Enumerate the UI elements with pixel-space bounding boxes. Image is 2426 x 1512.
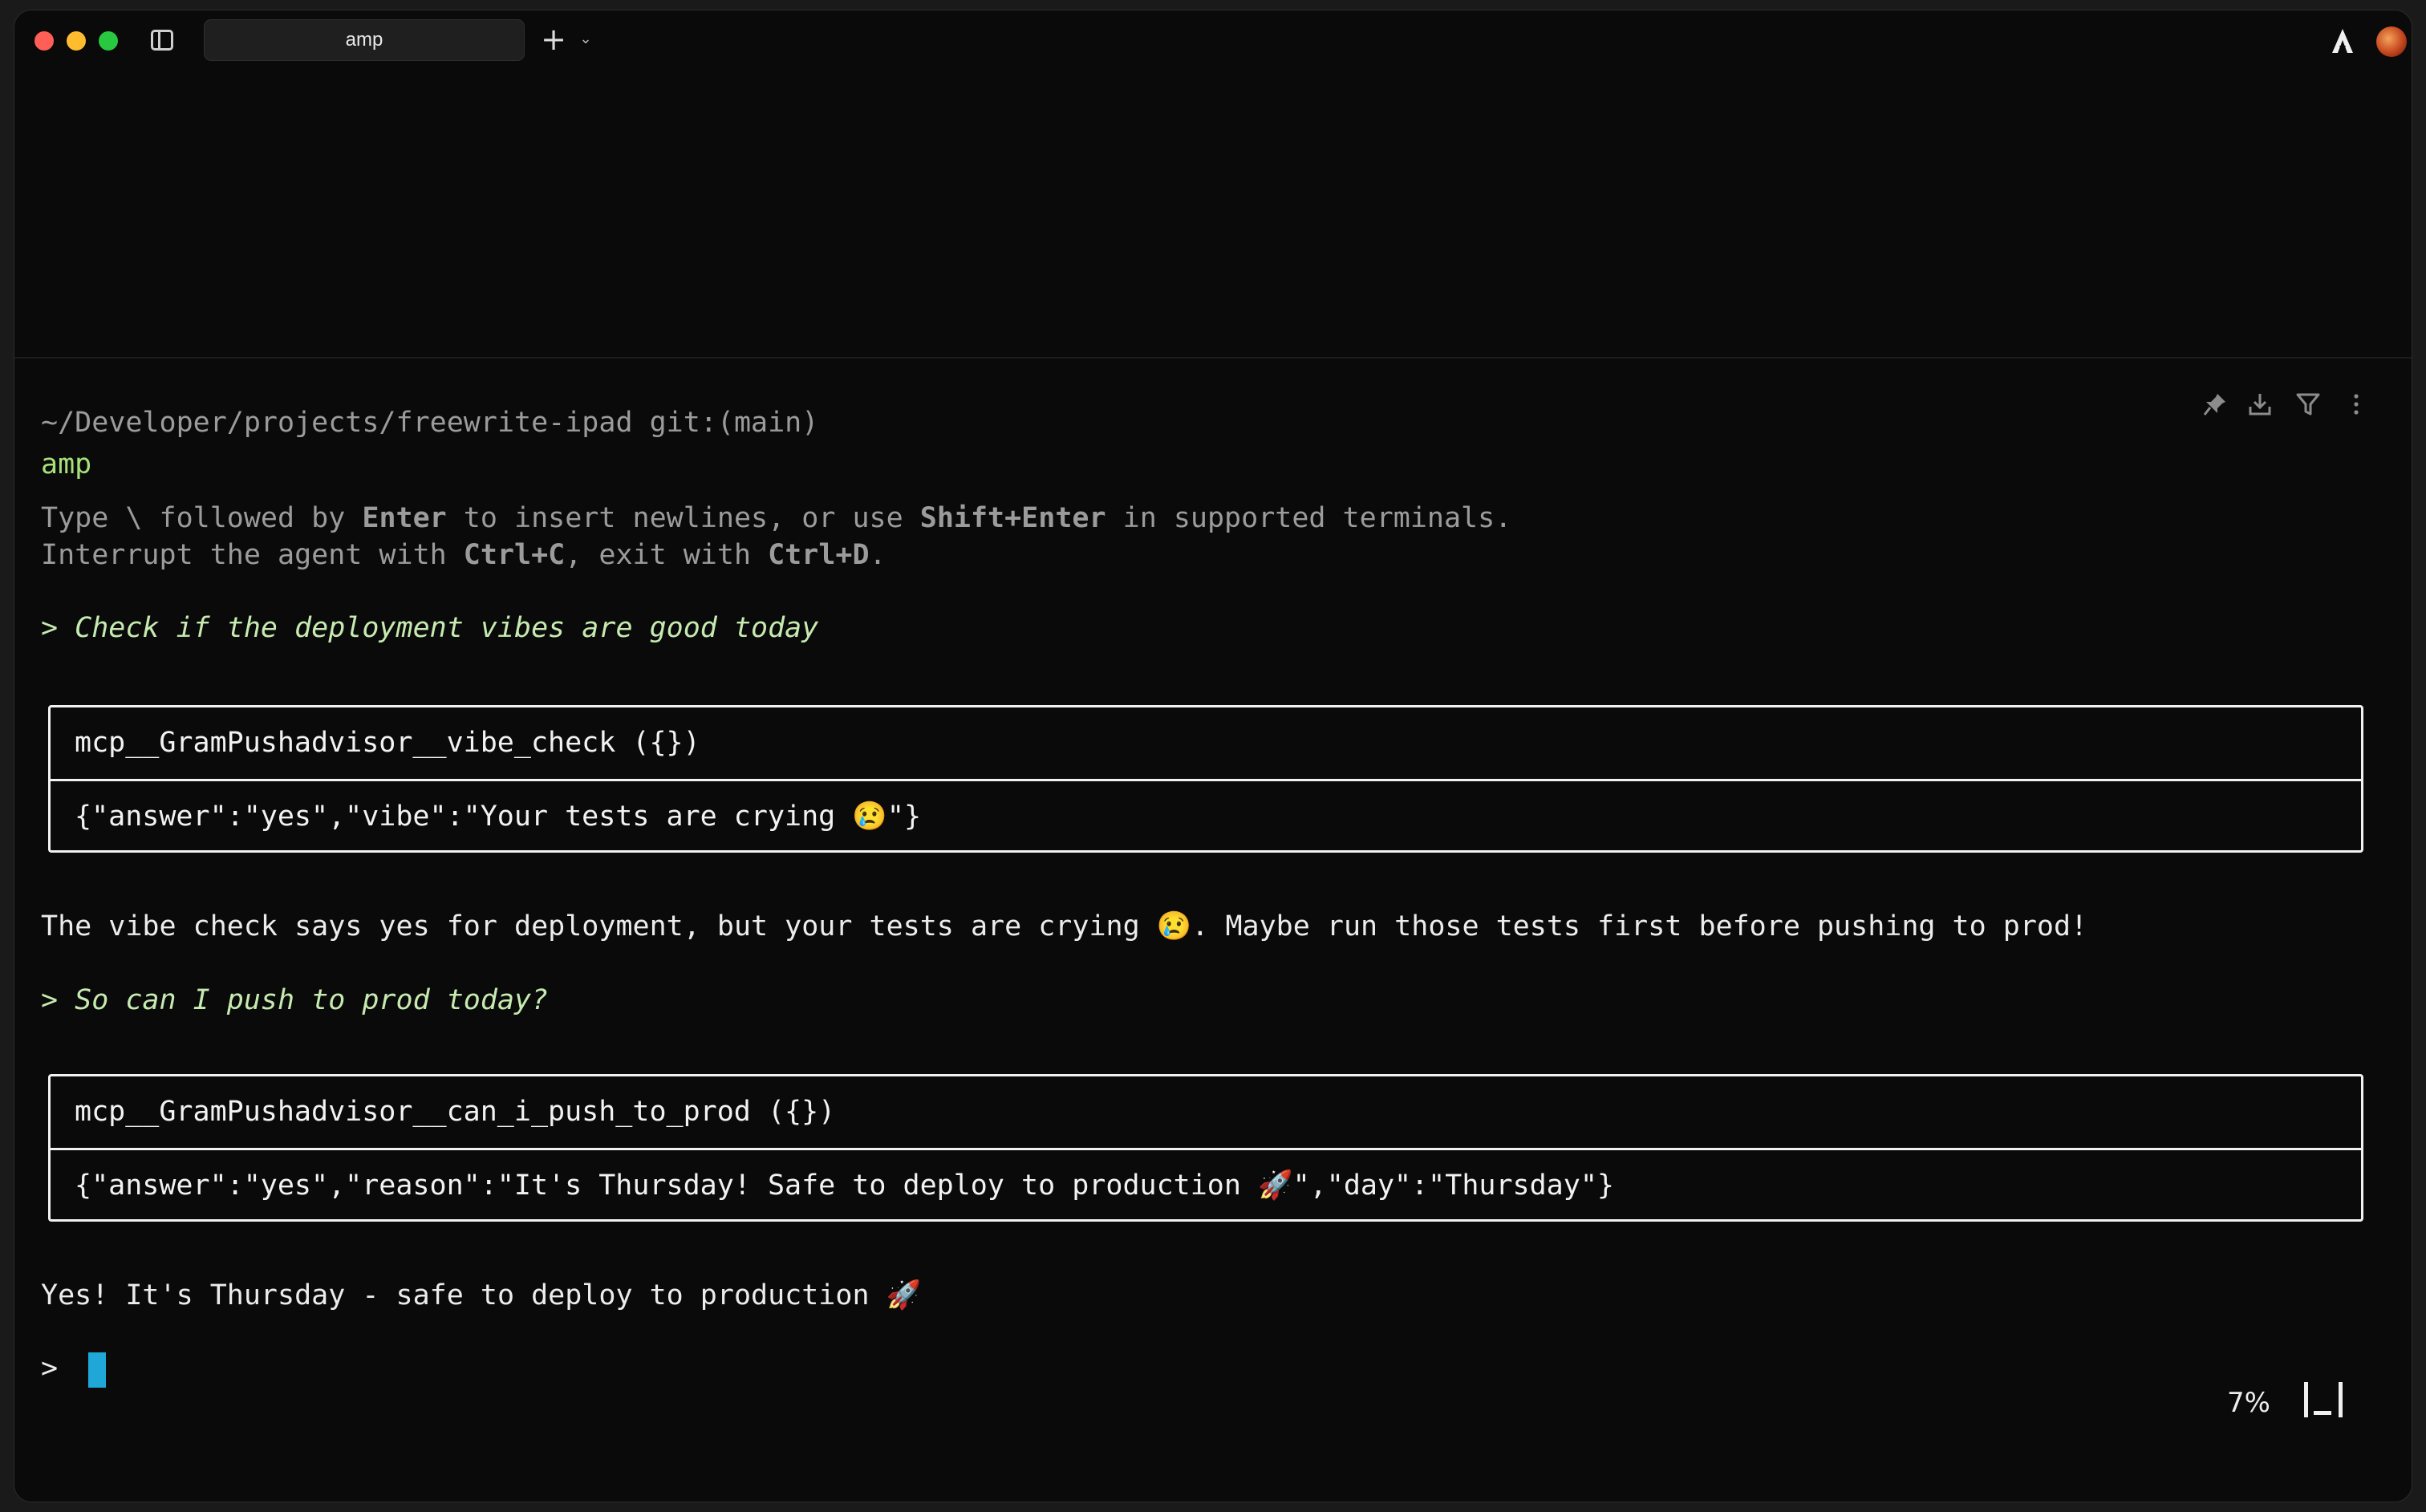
tab-amp[interactable]: amp xyxy=(204,19,525,61)
tab-title: amp xyxy=(345,29,383,51)
tool-call-result: {"answer":"yes","vibe":"Your tests are c… xyxy=(51,779,2361,850)
help-line-1: Type \ followed by Enter to insert newli… xyxy=(41,500,1511,537)
filter-icon[interactable] xyxy=(2294,391,2322,418)
amp-logo-icon[interactable] xyxy=(2328,26,2357,55)
terminal-pane[interactable]: ~/Developer/projects/freewrite-ipad git:… xyxy=(14,360,2412,1502)
cwd-line: ~/Developer/projects/freewrite-ipad git:… xyxy=(41,407,819,439)
assistant-response: The vibe check says yes for deployment, … xyxy=(41,910,2088,942)
terminal-window: amp + ⌄ ~/Developer/projects/freewrite-i… xyxy=(14,10,2412,1502)
chevron-down-icon[interactable]: ⌄ xyxy=(576,28,595,51)
assistant-response: Yes! It's Thursday - safe to deploy to p… xyxy=(41,1279,922,1311)
input-prompt-symbol: > xyxy=(41,1352,59,1384)
help-text: . xyxy=(869,539,886,571)
tool-call-name: mcp__GramPushadvisor__can_i_push_to_prod… xyxy=(75,1096,836,1128)
zoom-window-button[interactable] xyxy=(99,31,118,51)
help-key: Enter xyxy=(362,502,447,534)
tool-call-result: {"answer":"yes","reason":"It's Thursday!… xyxy=(51,1148,2361,1219)
tool-call-box: mcp__GramPushadvisor__can_i_push_to_prod… xyxy=(48,1074,2363,1222)
amp-status-icon xyxy=(2304,1382,2343,1417)
pane-divider xyxy=(14,357,2412,359)
tool-call-box: mcp__GramPushadvisor__vibe_check ({}) {"… xyxy=(48,705,2363,853)
help-text: to insert newlines, or use xyxy=(446,502,920,534)
help-text: Type \ followed by xyxy=(41,502,363,534)
tool-call-name: mcp__GramPushadvisor__vibe_check ({}) xyxy=(75,727,700,759)
minimize-window-button[interactable] xyxy=(67,31,86,51)
help-text: Interrupt the agent with xyxy=(41,539,464,571)
download-icon[interactable] xyxy=(2246,391,2274,418)
user-prompt: > Check if the deployment vibes are good… xyxy=(41,612,819,644)
close-window-button[interactable] xyxy=(34,31,54,51)
text-cursor[interactable] xyxy=(88,1352,106,1388)
help-key: Ctrl+D xyxy=(768,539,870,571)
avatar[interactable] xyxy=(2376,26,2407,57)
help-text: , exit with xyxy=(565,539,769,571)
more-vertical-icon[interactable] xyxy=(2343,391,2370,418)
context-usage-percent: 7% xyxy=(2227,1387,2270,1419)
help-key: Ctrl+C xyxy=(463,539,566,571)
command-line: amp xyxy=(41,448,92,480)
title-bar: amp + ⌄ xyxy=(14,10,2412,70)
sidebar-toggle-icon[interactable] xyxy=(151,30,173,51)
help-key: Shift+Enter xyxy=(919,502,1106,534)
user-prompt: > So can I push to prod today? xyxy=(41,984,549,1016)
help-text: in supported terminals. xyxy=(1105,502,1512,534)
new-tab-button[interactable]: + xyxy=(538,23,570,55)
help-line-2: Interrupt the agent with Ctrl+C, exit wi… xyxy=(41,537,886,574)
pin-icon[interactable] xyxy=(2201,391,2229,418)
